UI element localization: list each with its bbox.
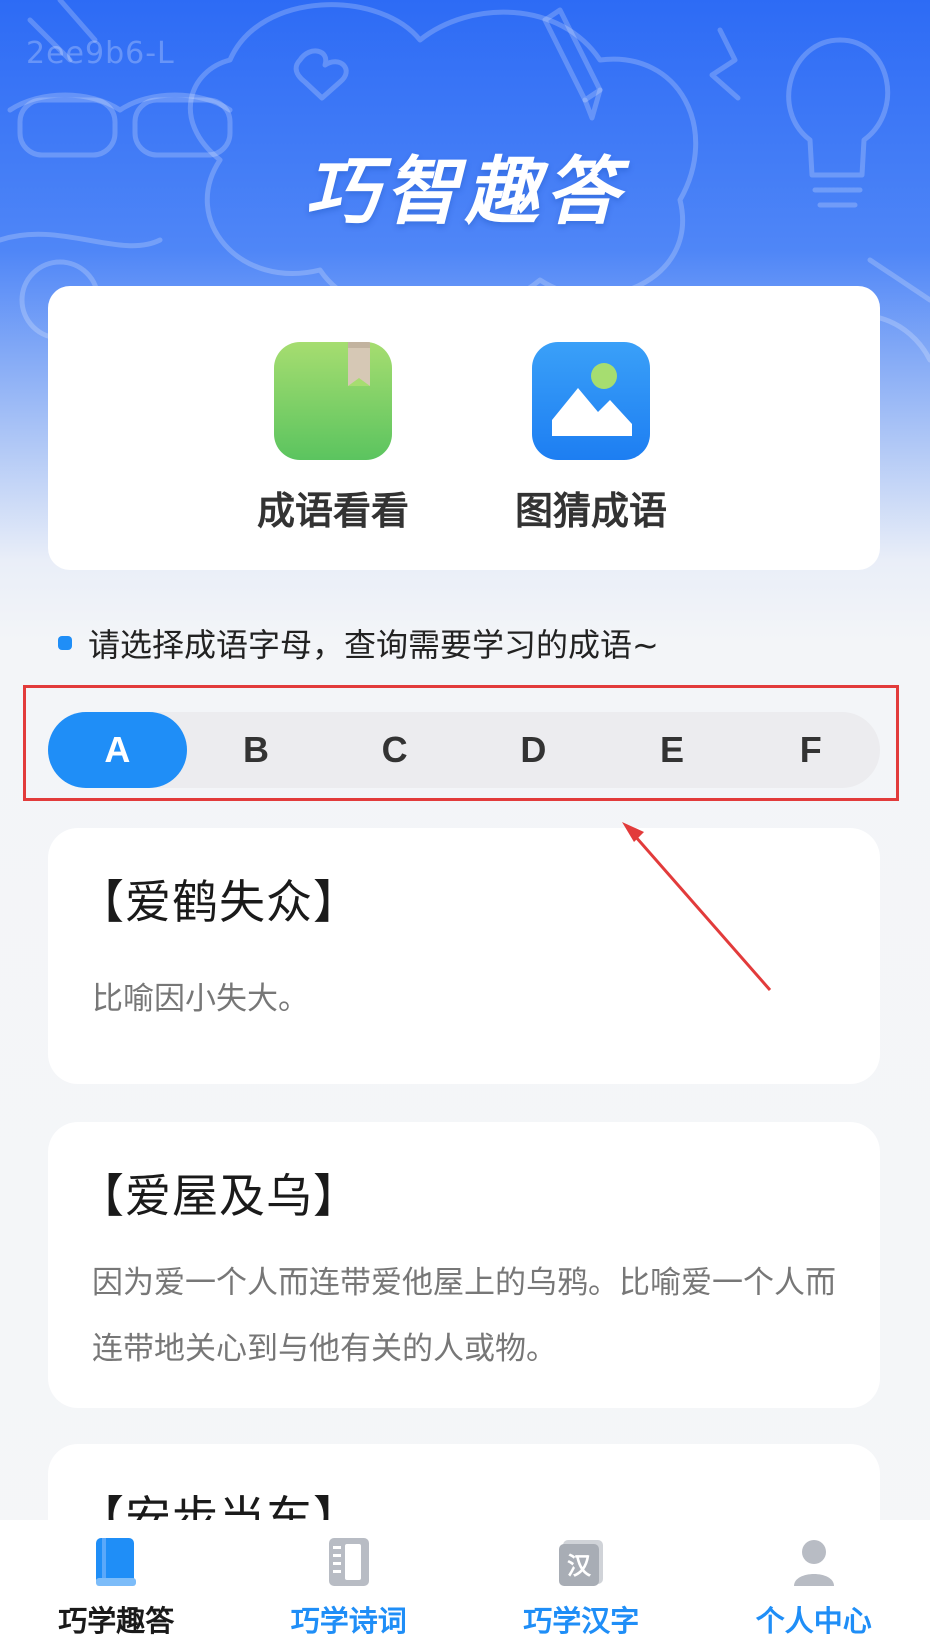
idiom-description: 因为爱一个人而连带爱他屋上的乌鸦。比喻爱一个人而连带地关心到与他有关的人或物。 [92,1265,836,1367]
app-title: 巧智趣答 [305,149,625,235]
hint: 请选择成语字母，查询需要学习的成语~ [58,620,659,666]
book-icon [96,1538,137,1586]
feature-card: 成语看看 图猜成语 [48,286,880,570]
picture-guess-button[interactable]: 图猜成语 [501,342,681,535]
tab-qiaoxue-hanzi[interactable]: 汉 巧学汉字 [465,1520,698,1652]
green-book-icon [274,342,392,460]
feature-label: 图猜成语 [514,489,667,533]
tab-label: 巧学诗词 [290,1604,407,1638]
feature-label: 成语看看 [256,489,409,533]
hint-dot [58,636,72,650]
notebook-icon [328,1538,369,1586]
han-character-icon: 汉 [559,1540,604,1586]
idiom-card[interactable]: 【爱屋及乌】 因为爱一个人而连带爱他屋上的乌鸦。比喻爱一个人而连带地关心到与他有… [48,1122,880,1408]
person-icon [793,1540,834,1586]
tab-qiaoxue-quda[interactable]: 巧学趣答 [0,1520,233,1652]
letter-tab-f[interactable]: F [741,712,880,788]
letter-tab-c[interactable]: C [325,712,464,788]
app-screen: 2ee9b6-L 巧智趣答 成语看看 图猜成语 请选择成语字母，查询需要学习的成… [0,0,930,1652]
letter-tab-b[interactable]: B [187,712,326,788]
tab-qiaoxue-shici[interactable]: 巧学诗词 [233,1520,466,1652]
svg-text:汉: 汉 [567,1552,592,1580]
letter-selector: A B C D E F [48,712,880,788]
tab-label: 个人中心 [755,1604,872,1638]
idiom-browse-button[interactable]: 成语看看 [243,342,423,535]
picture-icon [532,342,650,460]
tab-label: 巧学汉字 [523,1604,640,1638]
tab-personal-center[interactable]: 个人中心 [698,1520,930,1652]
idiom-title: 【爱屋及乌】 [78,1169,360,1223]
hint-text: 请选择成语字母，查询需要学习的成语~ [88,626,659,664]
letter-tab-d[interactable]: D [464,712,603,788]
bottom-tab-bar: 巧学趣答 巧学诗词 汉 巧学汉字 个人中心 [0,1520,930,1652]
letter-tab-e[interactable]: E [603,712,742,788]
annotation-arrow-icon [622,822,772,991]
watermark: 2ee9b6-L [26,36,175,71]
tab-label: 巧学趣答 [58,1604,175,1638]
letter-tab-a[interactable]: A [48,712,187,788]
